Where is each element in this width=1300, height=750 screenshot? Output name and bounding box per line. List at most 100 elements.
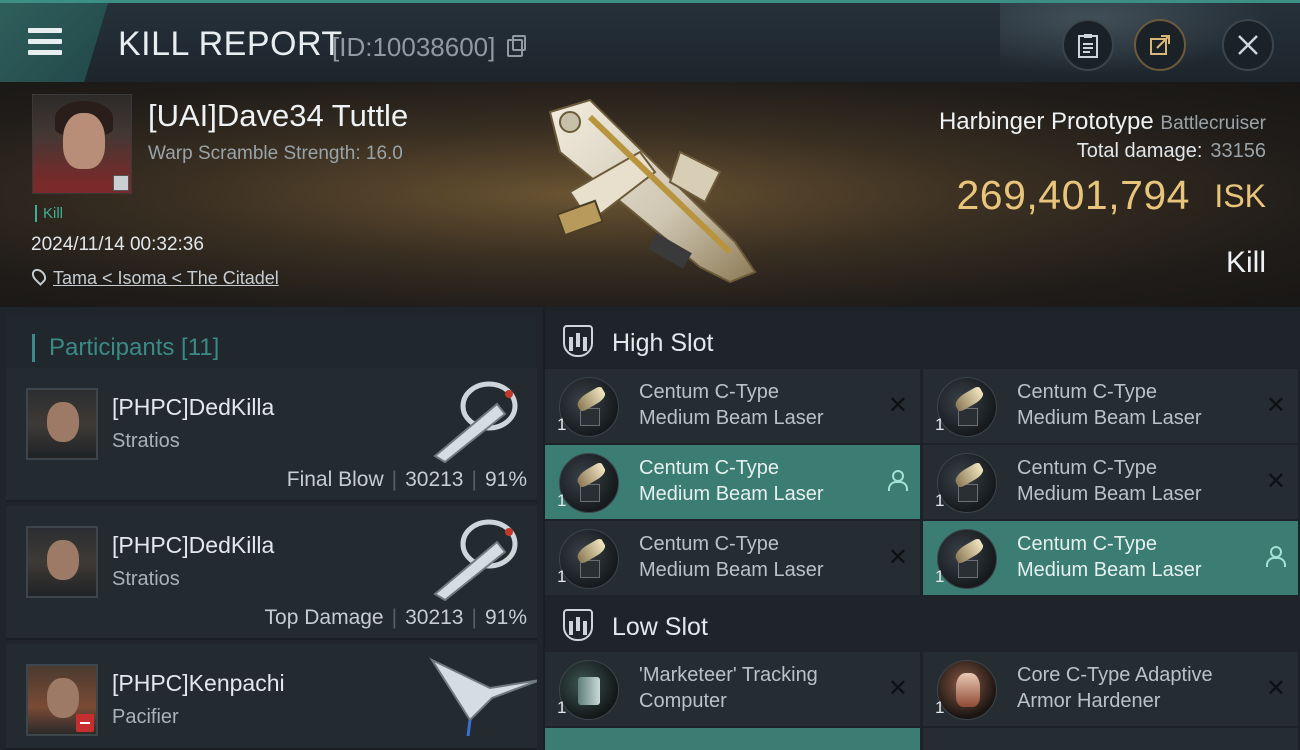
beam-laser-icon [937, 377, 997, 437]
avatar[interactable] [26, 526, 98, 598]
module-quantity: 1 [557, 567, 567, 586]
victim-banner: [UAI]Dave34 Tuttle Warp Scramble Strengt… [0, 82, 1300, 307]
participant-damage: 30213 [405, 468, 464, 491]
isk-unit: ISK [1214, 178, 1266, 214]
participant-card[interactable]: [PHPC]Kenpachi Pacifier [6, 644, 537, 750]
ship-name: Harbinger Prototype [938, 108, 1154, 135]
fitting-panel: High Slot 1 Centum C-Type Medium Beam Las… [545, 307, 1300, 750]
dropped-person-icon [888, 470, 908, 491]
participant-ship-image [433, 381, 518, 464]
participant-stats: Final Blow | 30213 | 91% [287, 468, 527, 492]
module-name-line2: Medium Beam Laser [1017, 407, 1202, 429]
module-name-line2: Medium Beam Laser [1017, 483, 1202, 505]
module-quantity: 1 [935, 698, 945, 717]
participant-card[interactable]: [PHPC]DedKilla Stratios Final Blow | 30213… [6, 368, 537, 502]
participant-role: Final Blow [286, 468, 384, 491]
victim-portrait[interactable] [32, 94, 132, 194]
module-name-line2: Medium Beam Laser [639, 559, 824, 581]
module-name: Core C-Type Adaptive Armor Hardener [1017, 662, 1257, 714]
beam-laser-icon [559, 377, 619, 437]
kill-tag: Kill [35, 205, 63, 222]
isk-value: 269,401,794 [956, 172, 1190, 218]
participant-name: [PHPC]DedKilla [112, 394, 275, 420]
module-item-partial[interactable] [923, 728, 1298, 750]
clipboard-button[interactable] [1062, 19, 1114, 71]
participant-ship-image [429, 657, 537, 737]
participant-name: [PHPC]Kenpachi [112, 670, 285, 696]
header-bar: KILL REPORT [ID:10038600] [0, 0, 1300, 85]
close-button[interactable] [1222, 19, 1274, 71]
participant-percent: 91% [484, 606, 527, 629]
destroyed-icon: ✕ [887, 544, 908, 571]
beam-laser-icon [559, 529, 619, 589]
menu-button[interactable] [0, 3, 108, 82]
participant-percent: 91% [484, 468, 527, 491]
module-name-line2: Medium Beam Laser [1017, 559, 1202, 581]
dropped-person-icon [1266, 546, 1286, 567]
total-damage-label: Total damage: [1076, 140, 1203, 162]
module-quantity: 1 [557, 415, 567, 434]
module-item[interactable]: 1 Centum C-Type Medium Beam Laser [923, 521, 1298, 595]
module-name-line2: Armor Hardener [1017, 690, 1161, 712]
avatar[interactable] [26, 664, 98, 736]
page-title: KILL REPORT [118, 25, 343, 63]
avatar[interactable] [26, 388, 98, 460]
low-slot-header: Low Slot [545, 595, 1300, 655]
high-slot-icon [563, 325, 593, 357]
module-item-partial[interactable] [545, 728, 920, 750]
participant-role: Top Damage [264, 606, 384, 629]
module-name-line2: Computer [639, 690, 727, 712]
participant-damage: 30213 [405, 606, 464, 629]
module-name-line1: Centum C-Type [639, 457, 780, 479]
module-name: Centum C-Type Medium Beam Laser [1017, 455, 1257, 507]
module-item[interactable]: 1 Centum C-Type Medium Beam Laser [545, 445, 920, 519]
low-slot-title: Low Slot [612, 613, 708, 641]
module-name: 'Marketeer' Tracking Computer [639, 662, 879, 714]
victim-ship[interactable]: Harbinger Prototype Battlecruiser [939, 108, 1266, 136]
result-label: Kill [1225, 246, 1266, 279]
module-quantity: 1 [557, 698, 567, 717]
warp-scramble-strength: Warp Scramble Strength: 16.0 [148, 143, 403, 164]
beam-laser-icon [937, 453, 997, 513]
participant-ship: Stratios [112, 568, 180, 590]
module-name: Centum C-Type Medium Beam Laser [639, 531, 879, 583]
module-name-line1: Centum C-Type [639, 381, 780, 403]
module-quantity: 1 [935, 415, 945, 434]
hostile-badge-icon [76, 714, 94, 732]
module-name-line2: Medium Beam Laser [639, 483, 824, 505]
participant-ship: Pacifier [112, 706, 179, 728]
module-item[interactable]: 1 Centum C-Type Medium Beam Laser ✕ [545, 369, 920, 443]
participants-title: Participants [11] [32, 334, 219, 362]
module-name: Centum C-Type Medium Beam Laser [639, 455, 879, 507]
high-slot-title: High Slot [612, 329, 714, 357]
module-name-line1: Centum C-Type [1017, 533, 1158, 555]
module-name-line1: Centum C-Type [1017, 457, 1158, 479]
share-icon [1150, 35, 1170, 55]
module-item[interactable]: 1 Core C-Type Adaptive Armor Hardener ✕ [923, 652, 1298, 726]
location-pin-icon [29, 266, 49, 286]
module-item[interactable]: 1 Centum C-Type Medium Beam Laser ✕ [545, 521, 920, 595]
module-item[interactable]: 1 Centum C-Type Medium Beam Laser ✕ [923, 369, 1298, 443]
module-item[interactable]: 1 Centum C-Type Medium Beam Laser ✕ [923, 445, 1298, 519]
location-link[interactable]: Tama < Isoma < The Citadel [53, 268, 279, 289]
copy-icon[interactable] [507, 35, 526, 57]
destroyed-icon: ✕ [1265, 675, 1286, 702]
tracking-computer-icon [559, 660, 619, 720]
kill-datetime: 2024/11/14 00:32:36 [31, 234, 204, 255]
ship-image [548, 98, 757, 284]
module-name-line1: Centum C-Type [639, 533, 780, 555]
share-button[interactable] [1134, 19, 1186, 71]
destroyed-icon: ✕ [887, 675, 908, 702]
beam-laser-icon [559, 453, 619, 513]
low-slot-icon [563, 609, 593, 641]
menu-icon [28, 28, 62, 56]
participants-header: Participants [11] [6, 315, 536, 369]
total-damage: Total damage: 33156 [1077, 140, 1266, 163]
module-item[interactable]: 1 'Marketeer' Tracking Computer ✕ [545, 652, 920, 726]
module-quantity: 1 [935, 567, 945, 586]
module-name-line1: Core C-Type Adaptive [1017, 664, 1213, 686]
participant-card[interactable]: [PHPC]DedKilla Stratios Top Damage | 30213… [6, 506, 537, 640]
victim-name[interactable]: [UAI]Dave34 Tuttle [148, 98, 408, 134]
clipboard-icon [1078, 34, 1098, 58]
total-damage-value: 33156 [1210, 140, 1266, 162]
